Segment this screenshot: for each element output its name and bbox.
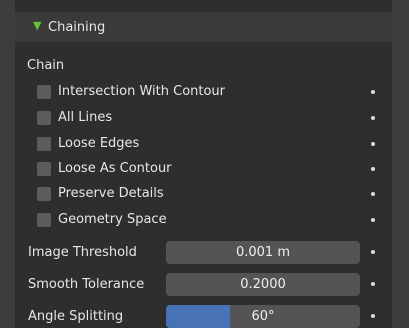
- checkbox-box[interactable]: [37, 213, 51, 227]
- checkbox-box[interactable]: [37, 111, 51, 125]
- checkbox-label[interactable]: Intersection With Contour: [58, 83, 225, 101]
- smooth-tolerance-label: Smooth Tolerance: [28, 277, 145, 292]
- section-label-chain: Chain: [27, 58, 65, 73]
- checkbox-geometry-space[interactable]: Geometry Space: [37, 211, 382, 229]
- decorate-dot-icon[interactable]: [371, 250, 375, 254]
- decorate-dot-icon[interactable]: [371, 218, 375, 222]
- panel-title[interactable]: Chaining: [48, 16, 105, 40]
- decorate-dot-icon[interactable]: [371, 167, 375, 171]
- checkbox-loose-edges[interactable]: Loose Edges: [37, 135, 382, 153]
- image-threshold-field[interactable]: 0.001 m: [166, 241, 360, 264]
- decorate-dot-icon[interactable]: [371, 142, 375, 146]
- smooth-tolerance-field[interactable]: 0.2000: [166, 273, 360, 296]
- decorate-dot-icon[interactable]: [371, 282, 375, 286]
- checkbox-box[interactable]: [37, 137, 51, 151]
- decorate-dot-icon[interactable]: [371, 314, 375, 318]
- checkbox-label[interactable]: Loose As Contour: [58, 160, 172, 178]
- smooth-tolerance-value[interactable]: 0.2000: [166, 273, 360, 296]
- checkbox-label[interactable]: All Lines: [58, 109, 112, 127]
- checkbox-preserve-details[interactable]: Preserve Details: [37, 185, 382, 203]
- checkbox-box[interactable]: [37, 187, 51, 201]
- decorate-dot-icon[interactable]: [371, 116, 375, 120]
- checkbox-loose-as-contour[interactable]: Loose As Contour: [37, 160, 382, 178]
- decorate-dot-icon[interactable]: [371, 192, 375, 196]
- checkbox-label[interactable]: Preserve Details: [58, 185, 164, 203]
- checkbox-box[interactable]: [37, 162, 51, 176]
- checkbox-intersection-with-contour[interactable]: Intersection With Contour: [37, 83, 382, 101]
- checkbox-box[interactable]: [37, 85, 51, 99]
- angle-splitting-label: Angle Splitting: [28, 309, 124, 324]
- decorate-dot-icon[interactable]: [371, 90, 375, 94]
- angle-splitting-value[interactable]: 60°: [166, 305, 360, 328]
- checkbox-label[interactable]: Geometry Space: [58, 211, 167, 229]
- image-threshold-label: Image Threshold: [28, 245, 137, 260]
- disclosure-triangle-icon[interactable]: ▼: [33, 14, 41, 38]
- checkbox-all-lines[interactable]: All Lines: [37, 109, 382, 127]
- checkbox-label[interactable]: Loose Edges: [58, 135, 139, 153]
- angle-splitting-slider[interactable]: 60°: [166, 305, 360, 328]
- image-threshold-value[interactable]: 0.001 m: [166, 241, 360, 264]
